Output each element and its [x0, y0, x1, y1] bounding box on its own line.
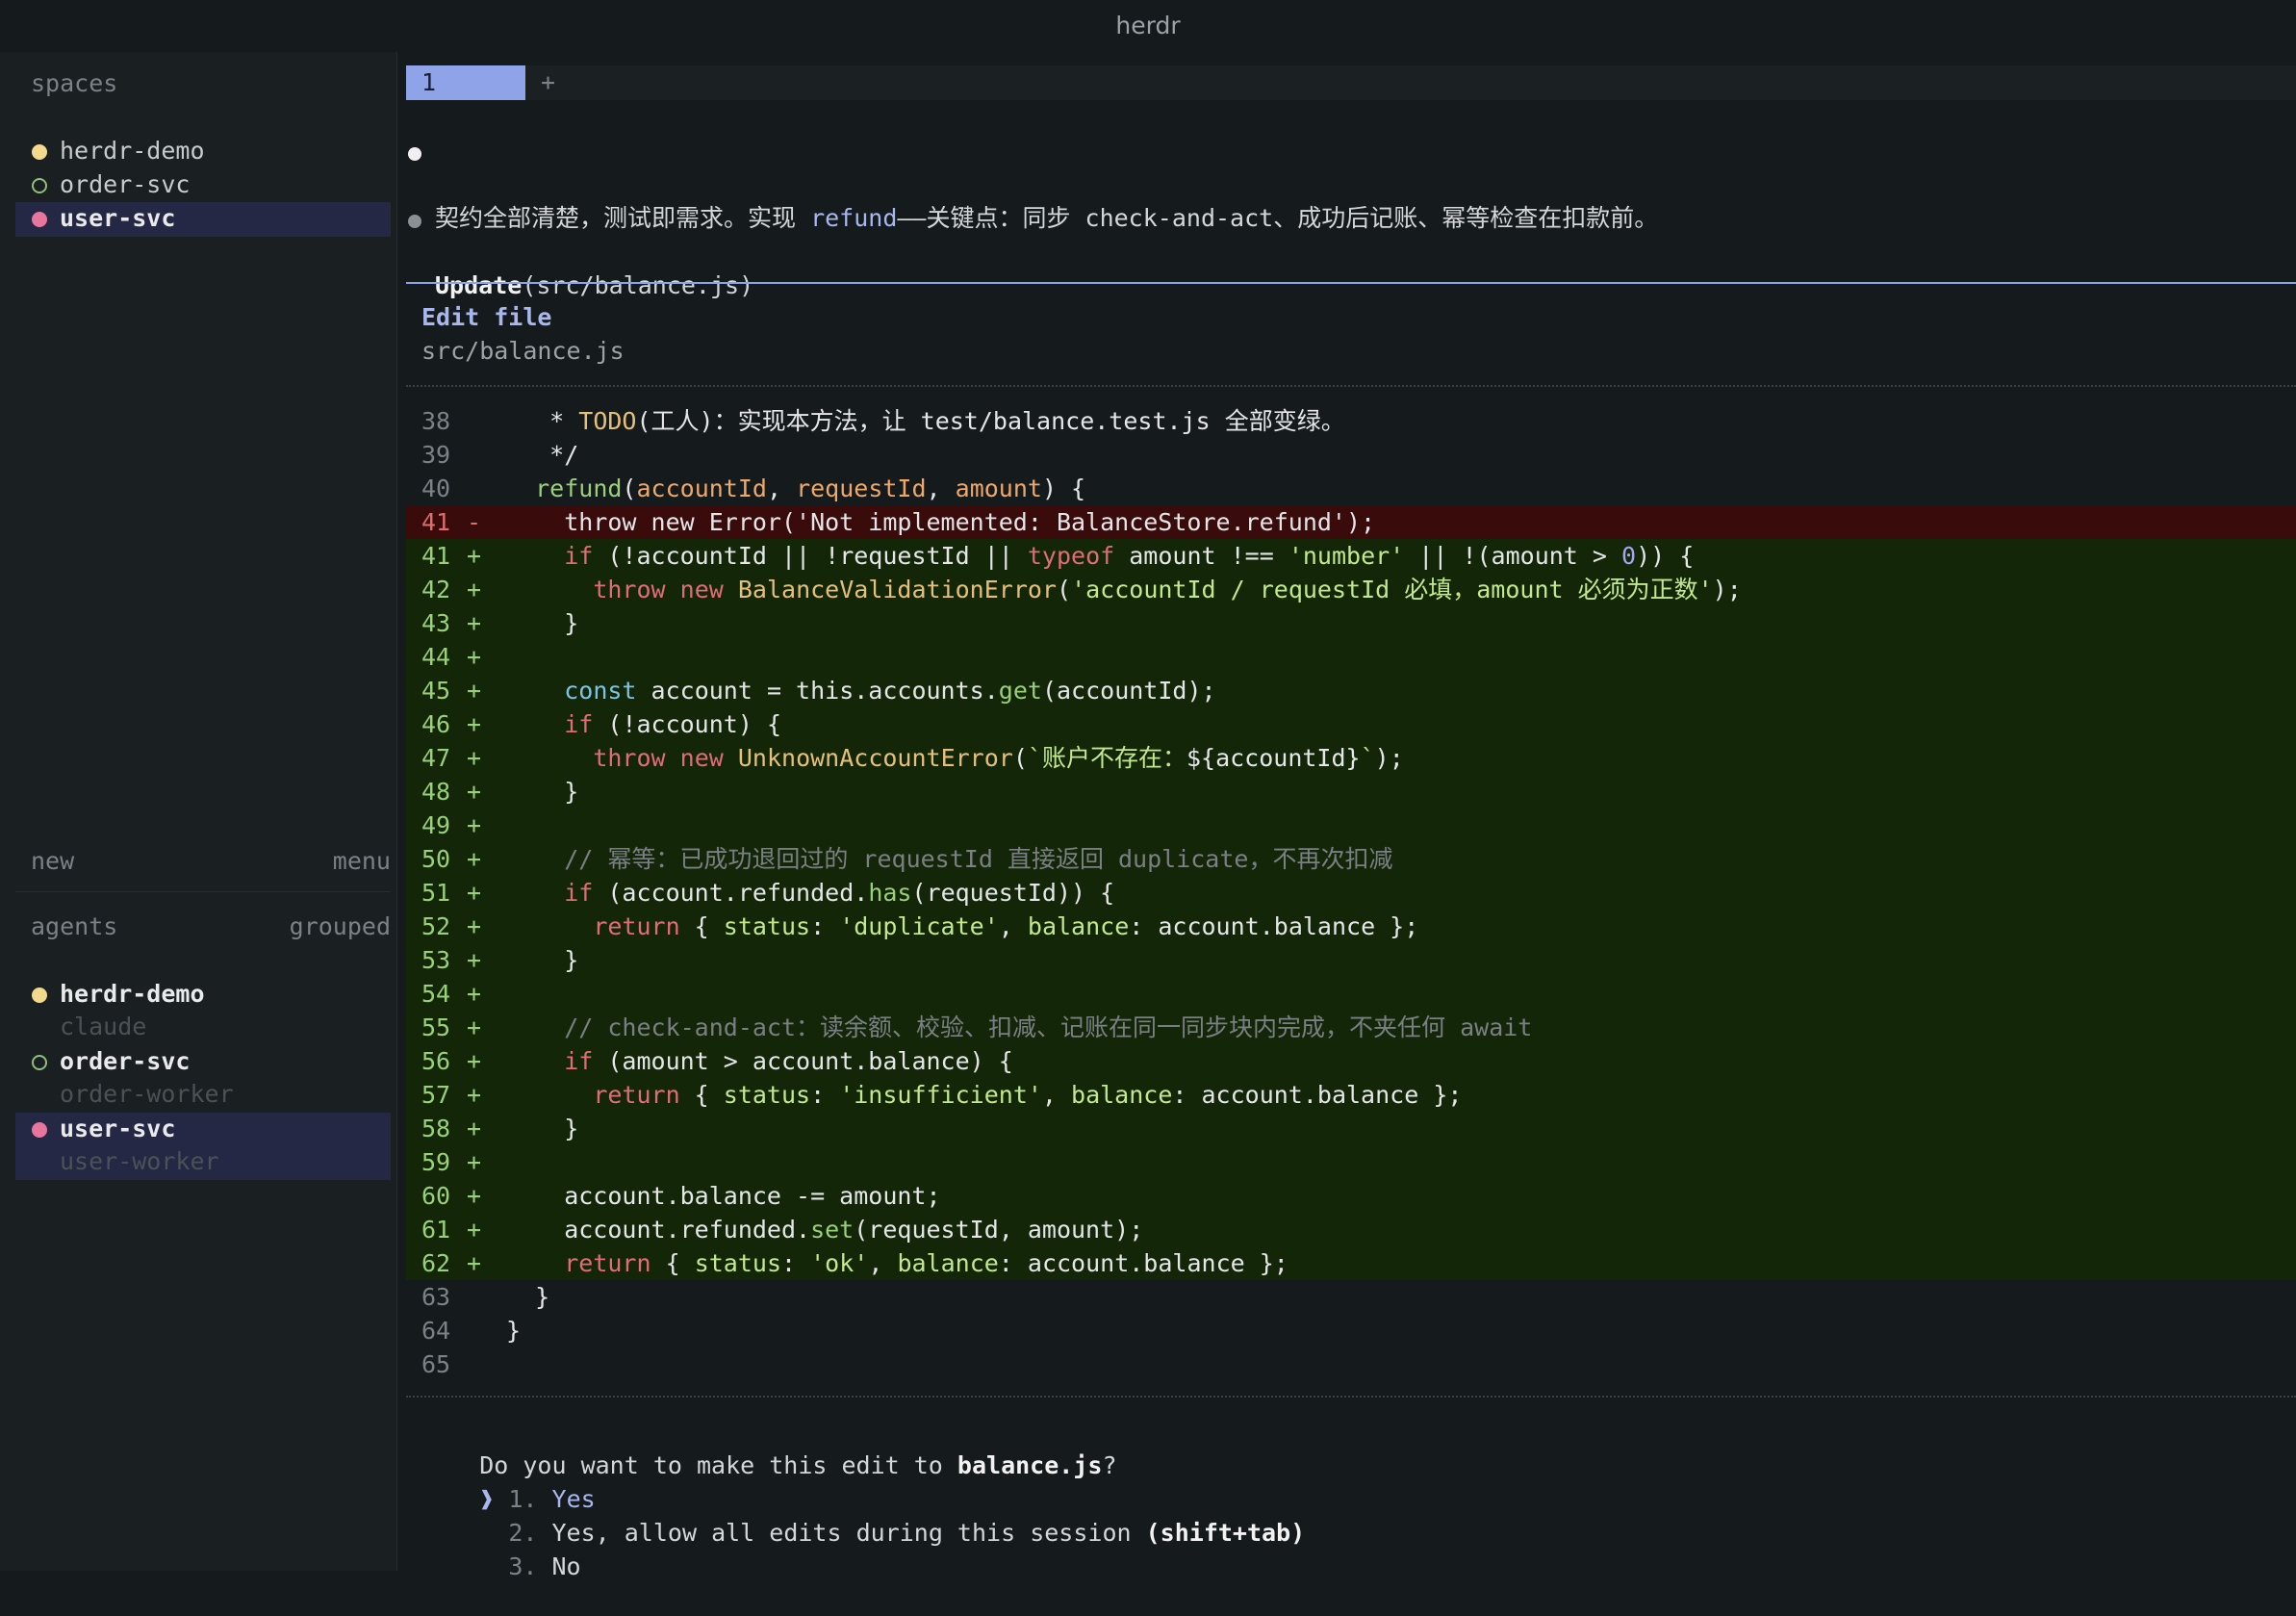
- bullet-icon: [408, 215, 421, 228]
- diff-line-added: 41 + if (!accountId || !requestId || type…: [406, 539, 2296, 573]
- diff-line-added: 58 + }: [406, 1112, 2296, 1145]
- tab-1[interactable]: 1: [406, 65, 525, 100]
- bullet-icon: [408, 147, 421, 161]
- space-item-order-svc[interactable]: order-svc: [15, 168, 391, 203]
- space-label: herdr-demo: [60, 137, 205, 165]
- agent-space-label: herdr-demo: [60, 980, 205, 1008]
- permission-question: Do you want to make this edit to balance…: [479, 1451, 1117, 1479]
- assistant-message: 契约全部清楚，测试即需求。实现 refund——关键点：同步 check-and…: [406, 137, 1658, 232]
- diff-line-added: 42 + throw new BalanceValidationError('ac…: [406, 573, 2296, 606]
- add-tab-button[interactable]: +: [541, 65, 555, 100]
- sidebar-divider: [15, 891, 391, 892]
- dotted-divider: [406, 385, 2296, 387]
- status-dot-icon: [32, 1122, 47, 1138]
- diff-line-added: 51 + if (account.refunded.has(requestId))…: [406, 876, 2296, 910]
- message-text: 契约全部清楚，测试即需求。实现: [435, 204, 811, 232]
- diff-line-added: 48 + }: [406, 775, 2296, 808]
- agents-heading: agents: [31, 912, 118, 940]
- dotted-divider: [406, 1396, 2296, 1398]
- option-yes-allow-all[interactable]: 2. Yes, allow all edits during this sess…: [421, 1484, 1305, 1547]
- diff-line-added: 53 + }: [406, 943, 2296, 977]
- diff-view: 38 * TODO(工人)：实现本方法，让 test/balance.test.…: [406, 404, 2296, 1381]
- space-label: user-svc: [60, 204, 176, 232]
- diff-line-deleted: 41- throw new Error('Not implemented: Ba…: [406, 505, 2296, 539]
- status-dot-icon: [32, 988, 47, 1003]
- diff-line: 40 refund(accountId, requestId, amount) …: [421, 475, 1086, 502]
- diff-line-added: 45 + const account = this.accounts.get(ac…: [406, 674, 2296, 707]
- diff-line-added: 55 + // check-and-act：读余额、校验、扣减、记账在同一同步块内…: [406, 1011, 2296, 1044]
- agent-name: claude: [60, 1013, 147, 1040]
- tool-call: Update(src/balance.js): [406, 204, 753, 299]
- diff-line-added: 54 +: [406, 977, 2296, 1011]
- space-label: order-svc: [60, 170, 191, 198]
- agent-item-user-svc[interactable]: user-svc user-worker: [15, 1113, 391, 1180]
- grouped-toggle[interactable]: grouped: [290, 912, 391, 940]
- diff-line-added: 52 + return { status: 'duplicate', balanc…: [406, 910, 2296, 943]
- menu-button[interactable]: menu: [333, 847, 391, 875]
- agent-space-label: user-svc: [60, 1115, 176, 1142]
- diff-line-added: 59 +: [406, 1145, 2296, 1179]
- diff-line-added: 60 + account.balance -= amount;: [406, 1179, 2296, 1213]
- diff-line-added: 50 + // 幂等：已成功退回过的 requestId 直接返回 duplica…: [406, 842, 2296, 876]
- agent-name: user-worker: [60, 1147, 219, 1175]
- tab-bar: 1 +: [406, 65, 2296, 100]
- diff-line-added: 62 + return { status: 'ok', balance: acco…: [406, 1246, 2296, 1280]
- agent-item-herdr-demo[interactable]: herdr-demo claude: [15, 978, 391, 1045]
- option-yes[interactable]: ❱ 1. Yes: [421, 1450, 595, 1513]
- message-text-rest: ——关键点：同步 check-and-act、成功后记账、幂等检查在扣款前。: [897, 204, 1659, 232]
- option-no[interactable]: 3. No: [421, 1518, 580, 1580]
- edit-file-path: src/balance.js: [421, 337, 625, 365]
- spaces-heading: spaces: [31, 69, 118, 97]
- space-item-user-svc[interactable]: user-svc: [15, 202, 391, 237]
- diff-line: 64}: [421, 1317, 522, 1345]
- diff-line-added: 43 + }: [406, 606, 2296, 640]
- status-dot-icon: [32, 1055, 47, 1070]
- diff-line: 65: [421, 1350, 451, 1378]
- diff-line: 63 }: [421, 1283, 550, 1311]
- diff-line-added: 47 + throw new UnknownAccountError(`账户不存在…: [406, 741, 2296, 775]
- diff-line: 39 */: [421, 441, 579, 469]
- agent-item-order-svc[interactable]: order-svc order-worker: [15, 1045, 391, 1113]
- edit-title: Edit file: [421, 303, 552, 331]
- status-dot-icon: [32, 212, 47, 227]
- main-pane: 1 + 契约全部清楚，测试即需求。实现 refund——关键点：同步 check…: [406, 52, 2296, 1580]
- agent-name: order-worker: [60, 1080, 234, 1108]
- agent-space-label: order-svc: [60, 1047, 191, 1075]
- message-code: refund: [810, 204, 898, 232]
- diff-line-added: 57 + return { status: 'insufficient', bal…: [406, 1078, 2296, 1112]
- diff-line-added: 56 + if (amount > account.balance) {: [406, 1044, 2296, 1078]
- edit-panel-border: [406, 282, 2296, 284]
- status-dot-icon: [32, 178, 47, 193]
- diff-line-added: 44 +: [406, 640, 2296, 674]
- new-space-button[interactable]: new: [31, 847, 74, 875]
- sidebar: spaces herdr-demo order-svc user-svc new…: [0, 52, 397, 1571]
- diff-line-added: 46 + if (!account) {: [406, 707, 2296, 741]
- diff-line-added: 49 +: [406, 808, 2296, 842]
- window-title: herdr: [1115, 12, 1181, 39]
- space-item-herdr-demo[interactable]: herdr-demo: [15, 135, 391, 169]
- tool-arg: (src/balance.js): [522, 271, 754, 299]
- status-dot-icon: [32, 144, 47, 160]
- diff-line-added: 61 + account.refunded.set(requestId, amou…: [406, 1213, 2296, 1246]
- diff-line: 38 * TODO(工人)：实现本方法，让 test/balance.test.…: [421, 407, 1345, 435]
- tool-name: Update: [435, 271, 523, 299]
